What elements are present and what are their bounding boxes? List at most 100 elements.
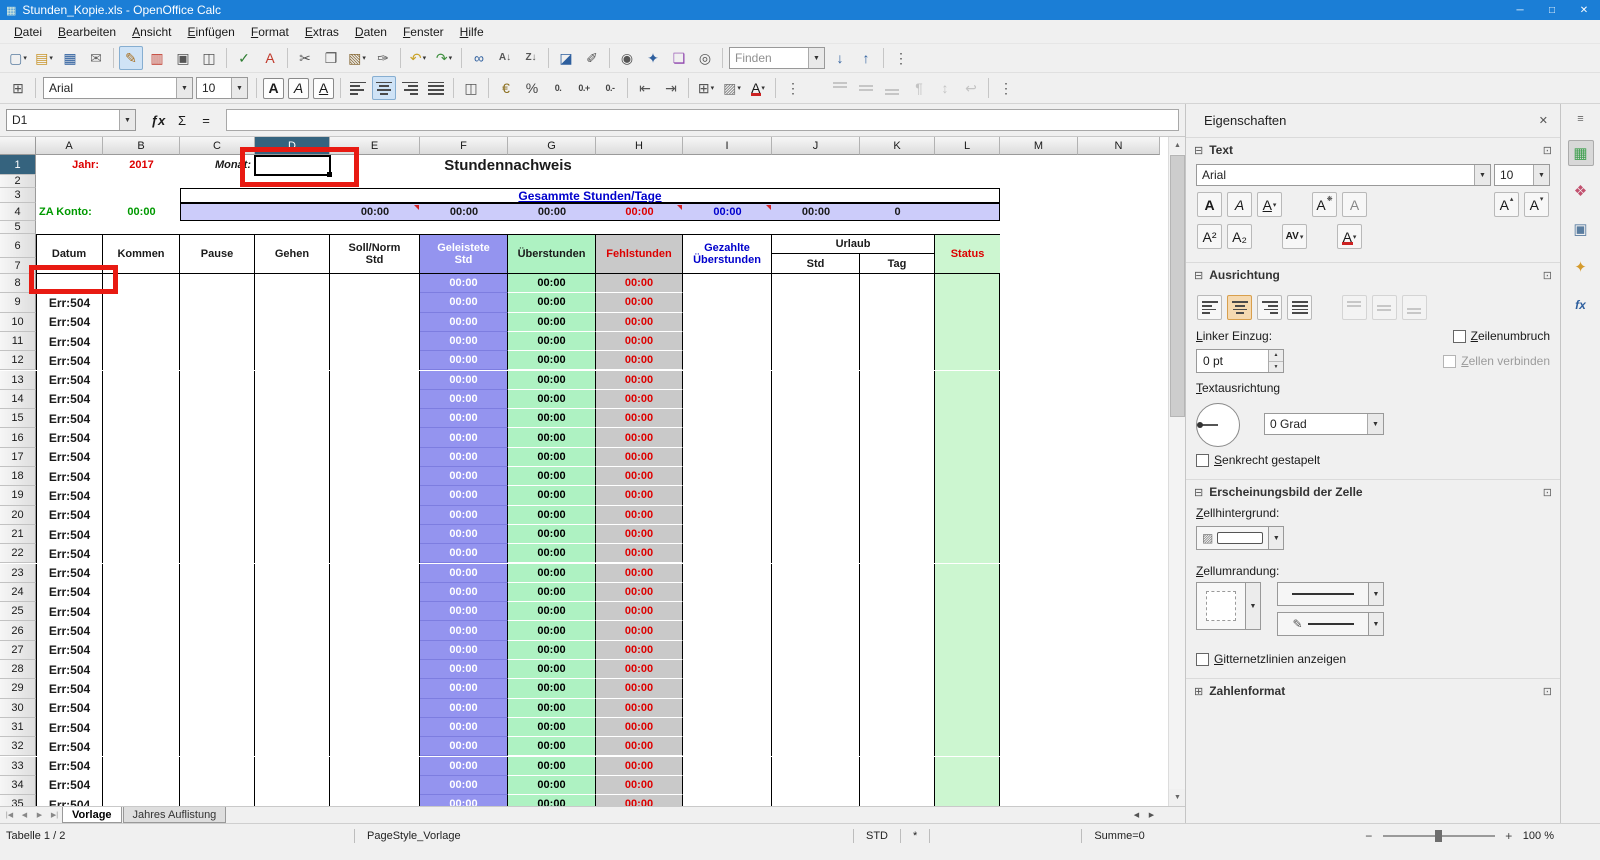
cell-I15[interactable] xyxy=(683,409,772,428)
cell-C14[interactable] xyxy=(180,390,255,409)
cell-K13[interactable] xyxy=(860,371,935,390)
cell-L35[interactable] xyxy=(935,795,1000,806)
row-header-24[interactable]: 24 xyxy=(0,583,36,602)
row-header-20[interactable]: 20 xyxy=(0,506,36,525)
cell-H10[interactable]: 00:00 xyxy=(596,313,683,332)
appearance-dialog-launcher-icon[interactable]: ⊡ xyxy=(1543,486,1552,499)
alignment-dialog-launcher-icon[interactable]: ⊡ xyxy=(1543,269,1552,282)
cell-G11[interactable]: 00:00 xyxy=(508,332,596,351)
cell-K14[interactable] xyxy=(860,390,935,409)
cell-D24[interactable] xyxy=(255,583,330,602)
cell-J19[interactable] xyxy=(772,486,860,505)
cell-A30[interactable]: Err:504 xyxy=(36,699,103,718)
column-header-B[interactable]: B xyxy=(103,137,180,155)
degrees-combo[interactable]: 0 Grad ▼ xyxy=(1264,413,1384,435)
row-header-28[interactable]: 28 xyxy=(0,660,36,679)
row-header-32[interactable]: 32 xyxy=(0,737,36,756)
rotation-dial[interactable] xyxy=(1196,403,1240,447)
cell-H9[interactable]: 00:00 xyxy=(596,293,683,312)
cell-G18[interactable]: 00:00 xyxy=(508,467,596,486)
checkbox-box[interactable] xyxy=(1453,330,1466,343)
cell-G32[interactable]: 00:00 xyxy=(508,737,596,756)
cell-K22[interactable] xyxy=(860,544,935,563)
first-sheet-button[interactable]: |◀ xyxy=(2,808,17,823)
scroll-up-icon[interactable]: ▲ xyxy=(1169,137,1185,154)
line-style-dropdown-icon[interactable]: ▼ xyxy=(1369,582,1384,606)
open-icon[interactable]: ▤▾ xyxy=(32,46,56,70)
cell-border-button[interactable] xyxy=(1196,582,1246,630)
cell-J25[interactable] xyxy=(772,602,860,621)
cell-C20[interactable] xyxy=(180,506,255,525)
cell-A29[interactable]: Err:504 xyxy=(36,679,103,698)
cell-G26[interactable]: 00:00 xyxy=(508,621,596,640)
row-header-12[interactable]: 12 xyxy=(0,351,36,370)
cell-C22[interactable] xyxy=(180,544,255,563)
menu-item-datei[interactable]: Datei xyxy=(6,22,50,42)
cell-C34[interactable] xyxy=(180,776,255,795)
cell-G30[interactable]: 00:00 xyxy=(508,699,596,718)
cell-E20[interactable] xyxy=(330,506,420,525)
cell-D17[interactable] xyxy=(255,448,330,467)
cell-K4[interactable]: 0 xyxy=(860,204,935,220)
cell-B28[interactable] xyxy=(103,660,180,679)
column-header-F[interactable]: F xyxy=(420,137,508,155)
cell-B32[interactable] xyxy=(103,737,180,756)
remove-decimal-button[interactable]: 0.- xyxy=(598,76,622,100)
cell-G25[interactable]: 00:00 xyxy=(508,602,596,621)
vertical-scrollbar[interactable]: ▲ ▼ xyxy=(1168,137,1185,806)
cell-B33[interactable] xyxy=(103,757,180,776)
paste-icon[interactable]: ▧▾ xyxy=(345,46,369,70)
cell-C26[interactable] xyxy=(180,621,255,640)
copy-icon[interactable]: ❐ xyxy=(319,46,343,70)
cell-D15[interactable] xyxy=(255,409,330,428)
cell-F33[interactable]: 00:00 xyxy=(420,757,508,776)
cell-B25[interactable] xyxy=(103,602,180,621)
navigator-deck-icon[interactable]: ✦ xyxy=(1568,254,1594,280)
sidebar-bold-button[interactable]: A xyxy=(1197,192,1222,217)
cell-G31[interactable]: 00:00 xyxy=(508,718,596,737)
find-replace-icon[interactable]: ◉ xyxy=(615,46,639,70)
cell-F13[interactable]: 00:00 xyxy=(420,371,508,390)
menu-item-einfugen[interactable]: Einfügen xyxy=(179,22,242,42)
cell-L17[interactable] xyxy=(935,448,1000,467)
cell-B14[interactable] xyxy=(103,390,180,409)
cell-A18[interactable]: Err:504 xyxy=(36,467,103,486)
spellcheck-icon[interactable]: ✓ xyxy=(232,46,256,70)
column-header-G[interactable]: G xyxy=(508,137,596,155)
cell-H35[interactable]: 00:00 xyxy=(596,795,683,806)
cell-B34[interactable] xyxy=(103,776,180,795)
cell-I24[interactable] xyxy=(683,583,772,602)
scroll-down-icon[interactable]: ▼ xyxy=(1169,789,1185,806)
last-sheet-button[interactable]: ▶| xyxy=(47,808,62,823)
cell-C13[interactable] xyxy=(180,371,255,390)
cell-J15[interactable] xyxy=(772,409,860,428)
cell-E30[interactable] xyxy=(330,699,420,718)
find-input[interactable]: Finden▼ xyxy=(729,47,825,69)
col-header-l[interactable]: Status xyxy=(935,235,1000,273)
cell-E24[interactable] xyxy=(330,583,420,602)
cell-F31[interactable]: 00:00 xyxy=(420,718,508,737)
cell-H15[interactable]: 00:00 xyxy=(596,409,683,428)
sidebar-align-top-button[interactable] xyxy=(1342,295,1367,320)
cell-L24[interactable] xyxy=(935,583,1000,602)
font-size-dropdown-icon[interactable]: ▼ xyxy=(1533,165,1549,185)
cell-J11[interactable] xyxy=(772,332,860,351)
cell-G33[interactable]: 00:00 xyxy=(508,757,596,776)
cell-C17[interactable] xyxy=(180,448,255,467)
cell-E33[interactable] xyxy=(330,757,420,776)
cell-B19[interactable] xyxy=(103,486,180,505)
cell-K32[interactable] xyxy=(860,737,935,756)
cell-C25[interactable] xyxy=(180,602,255,621)
cell-B35[interactable] xyxy=(103,795,180,806)
sidebar-decrease-font-button[interactable]: A▾ xyxy=(1524,192,1549,217)
cell-F25[interactable]: 00:00 xyxy=(420,602,508,621)
edit-file-icon[interactable]: ✎ xyxy=(119,46,143,70)
cell-J14[interactable] xyxy=(772,390,860,409)
cell-C16[interactable] xyxy=(180,428,255,447)
wrap-text-checkbox[interactable]: Zeilenumbruch xyxy=(1453,329,1550,343)
row-header-9[interactable]: 9 xyxy=(0,293,36,312)
cell-D10[interactable] xyxy=(255,313,330,332)
borders-button[interactable]: ⊞▾ xyxy=(694,76,718,100)
cell-A32[interactable]: Err:504 xyxy=(36,737,103,756)
sidebar-underline-button[interactable]: A▾ xyxy=(1257,192,1282,217)
